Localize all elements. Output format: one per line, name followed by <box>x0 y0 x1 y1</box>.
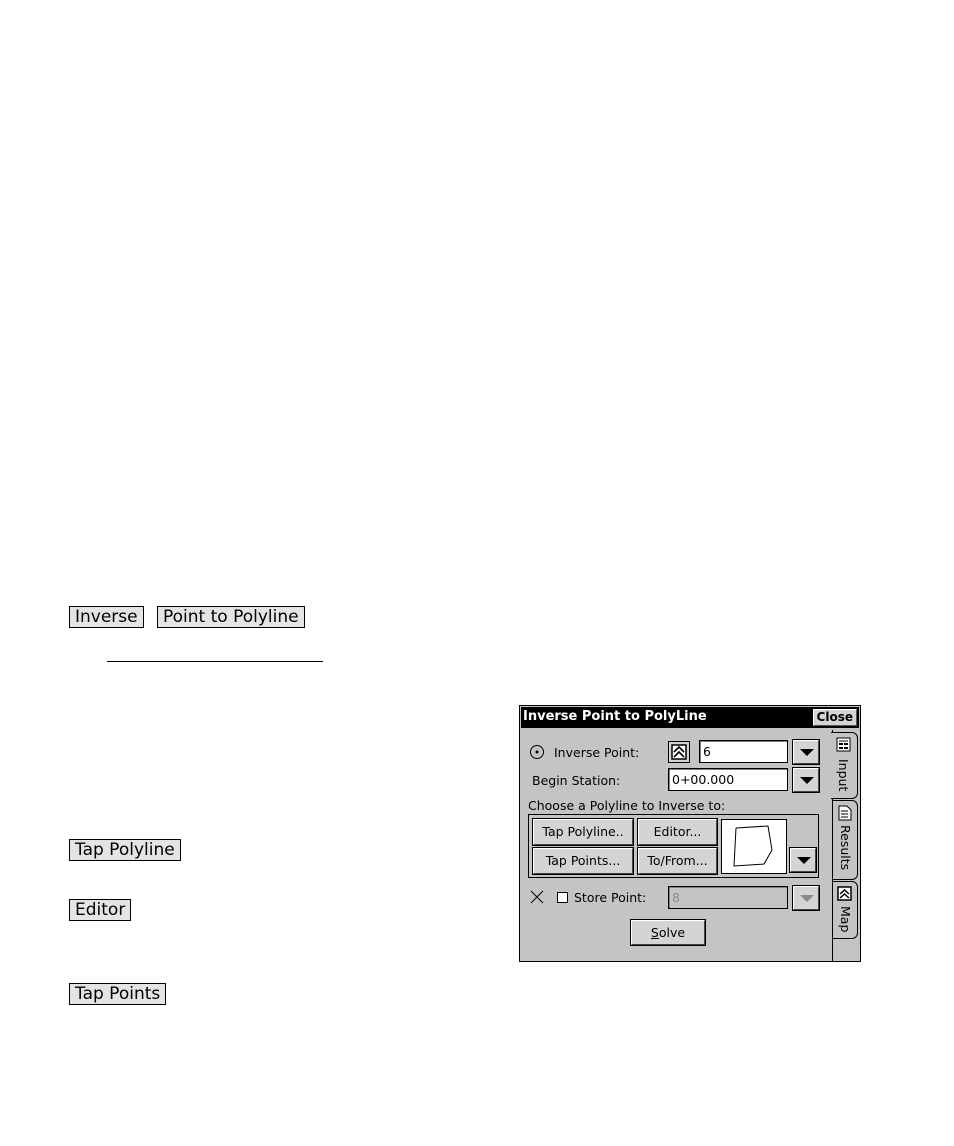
begin-station-label: Begin Station: <box>532 773 621 788</box>
tab-input-label: Input <box>836 759 851 792</box>
tap-polyline-button[interactable]: Tap Polyline.. <box>532 818 634 846</box>
close-button[interactable]: Close <box>812 709 857 726</box>
input-form-icon <box>836 737 851 752</box>
solve-label-rest: olve <box>658 925 686 940</box>
store-point-label: Store Point: <box>574 890 647 905</box>
begin-station-dropdown[interactable] <box>792 767 820 793</box>
map-select-button[interactable] <box>668 741 690 763</box>
point-to-polyline-key: Point to Polyline <box>157 606 305 628</box>
tab-results[interactable]: Results <box>832 800 858 880</box>
solve-button[interactable]: Solve <box>630 919 706 946</box>
inverse-point-dropdown[interactable] <box>792 739 820 765</box>
underline-rule <box>107 661 323 662</box>
tap-polyline-key: Tap Polyline <box>69 839 181 861</box>
dialog-title: Inverse Point to PolyLine <box>523 709 707 724</box>
store-point-checkbox[interactable] <box>557 892 568 903</box>
inverse-point-label: Inverse Point: <box>554 745 640 760</box>
editor-button[interactable]: Editor... <box>637 818 718 846</box>
chevron-down-icon <box>800 749 814 756</box>
to-from-button[interactable]: To/From... <box>637 847 718 875</box>
editor-key: Editor <box>69 899 132 921</box>
store-point-dropdown[interactable] <box>792 885 820 911</box>
inverse-point-input[interactable]: 6 <box>699 740 788 763</box>
tab-input[interactable]: Input <box>831 732 858 799</box>
cross-icon <box>530 890 544 904</box>
begin-station-input[interactable]: 0+00.000 <box>668 768 788 791</box>
chevron-down-icon <box>800 777 814 784</box>
polyline-dropdown[interactable] <box>789 847 817 873</box>
tab-results-label: Results <box>838 825 853 871</box>
tab-map[interactable]: Map <box>832 881 858 939</box>
inverse-point-polyline-dialog: Inverse Point to PolyLine Close Inverse … <box>519 705 861 962</box>
store-point-input[interactable]: 8 <box>668 886 788 909</box>
polyline-preview <box>721 819 787 874</box>
polyline-shape <box>733 825 773 867</box>
inverse-key: Inverse <box>69 606 144 628</box>
title-bar: Inverse Point to PolyLine Close <box>521 707 859 728</box>
map-icon <box>837 886 852 901</box>
chevron-down-icon <box>797 857 811 864</box>
solve-mnemonic: S <box>650 925 659 940</box>
choose-polyline-label: Choose a Polyline to Inverse to: <box>528 798 726 813</box>
tab-map-label: Map <box>838 906 853 933</box>
tap-points-button[interactable]: Tap Points... <box>532 847 634 875</box>
chevron-down-icon <box>800 895 814 902</box>
tap-points-key: Tap Points <box>69 983 167 1005</box>
target-point-icon[interactable] <box>529 744 545 760</box>
results-page-icon <box>838 805 852 821</box>
map-select-icon <box>671 744 687 760</box>
